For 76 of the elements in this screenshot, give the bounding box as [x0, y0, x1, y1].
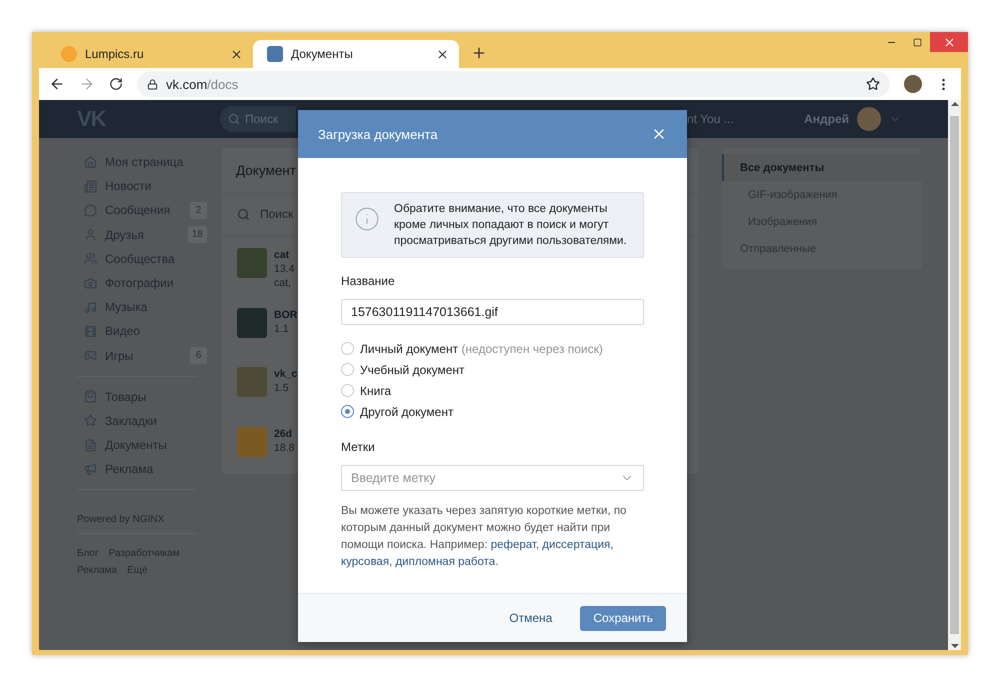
nav-icon	[84, 300, 97, 314]
tab-title: Lumpics.ru	[85, 47, 145, 61]
back-icon[interactable]	[49, 76, 65, 92]
favicon-icon	[61, 46, 77, 62]
search-icon	[237, 208, 250, 221]
nav-icon	[84, 324, 97, 338]
info-icon	[354, 206, 380, 232]
card-title: Документ	[236, 162, 296, 178]
document-tags: cat,	[274, 276, 294, 290]
forward-icon[interactable]	[79, 76, 95, 92]
nav-icon	[84, 349, 97, 362]
photo-placeholder	[237, 308, 267, 338]
radio-option[interactable]: Личный документ (недоступен через поиск)	[341, 341, 644, 356]
document-size: 1.1	[274, 322, 290, 336]
option-label: Учебный документ	[360, 362, 465, 376]
radio-option[interactable]: Учебный документ	[341, 362, 644, 377]
document-name[interactable]: cat	[274, 248, 294, 262]
radio-option[interactable]: Книга	[341, 383, 644, 398]
lock-icon	[147, 78, 158, 90]
photo-placeholder	[237, 426, 267, 457]
option-label: Книга	[360, 384, 392, 398]
document-size: 18.8	[274, 440, 294, 455]
nav-icon	[84, 414, 97, 428]
avatar-circle[interactable]	[904, 75, 922, 93]
photo-placeholder	[237, 367, 267, 398]
tags-select[interactable]: Введите метку	[341, 465, 644, 491]
scrollbar[interactable]	[948, 100, 961, 650]
photo-placeholder	[237, 248, 267, 278]
radio-button[interactable]	[341, 363, 354, 376]
radio-button[interactable]	[341, 384, 354, 397]
example-link[interactable]: диссертация	[542, 539, 610, 551]
nav-icon	[84, 462, 97, 476]
radio-option[interactable]: Другой документ	[341, 404, 644, 419]
nav-icon	[84, 252, 97, 266]
document-name[interactable]: 26d	[274, 426, 294, 441]
document-name[interactable]: BOR	[274, 308, 298, 322]
document-size: 13.4	[274, 262, 294, 276]
field-label: Метки	[341, 440, 376, 454]
nav-icon	[84, 180, 97, 193]
option-label: Другой документ	[360, 404, 454, 418]
example-link[interactable]: курсовая	[341, 556, 390, 568]
close-icon[interactable]	[230, 48, 243, 60]
cancel-button[interactable]: Отмена	[503, 610, 558, 626]
filter-item[interactable]: Все документы	[722, 154, 922, 182]
favicon-icon	[267, 46, 283, 62]
nav-icon	[84, 204, 97, 217]
example-link[interactable]: дипломная работа	[395, 556, 496, 568]
now-playing-text[interactable]: nt You ...	[687, 112, 734, 126]
save-button[interactable]: Сохранить	[580, 606, 666, 630]
close-icon[interactable]	[436, 48, 449, 60]
reload-icon[interactable]	[109, 77, 123, 91]
input-field[interactable]: 1576301191147013661.gif	[341, 299, 644, 325]
search-icon	[228, 113, 240, 125]
address-bar[interactable]: vk.com/docs	[137, 71, 890, 97]
url-text: vk.com/docs	[166, 76, 238, 92]
user-name[interactable]: Андрей	[804, 112, 849, 126]
nav-icon	[84, 276, 97, 290]
new-tab-icon[interactable]	[471, 45, 487, 61]
nav-icon	[84, 438, 97, 452]
document-name[interactable]: vk_c	[274, 367, 298, 382]
browser-tab[interactable]: Документы	[253, 40, 459, 68]
nav-icon	[84, 228, 97, 242]
radio-button[interactable]	[341, 342, 354, 355]
option-label: Личный документ (недоступен через поиск)	[360, 342, 603, 356]
field-label: Название	[341, 274, 396, 288]
radio-button[interactable]	[341, 405, 354, 418]
example-link[interactable]: реферат	[490, 539, 536, 551]
tab-title: Документы	[291, 47, 354, 61]
nav-icon	[84, 156, 97, 169]
nav-icon	[84, 390, 97, 404]
help-text: Вы можете указать через запятую короткие метки, по которым данный документ можно будет найти при помощи поиска. Например: реферат, диссертация, курсовая, дипломная работа.	[341, 504, 628, 570]
document-size: 1.5	[274, 381, 290, 396]
browser-tab[interactable]: Lumpics.ru	[47, 40, 253, 68]
dialog-title: Загрузка документа	[318, 126, 438, 142]
notice-text: Обратите внимание, что все документы кроме личных попадают в поиск и могут просматриваться другими пользователями.	[394, 202, 628, 249]
star-icon[interactable]	[866, 77, 880, 91]
